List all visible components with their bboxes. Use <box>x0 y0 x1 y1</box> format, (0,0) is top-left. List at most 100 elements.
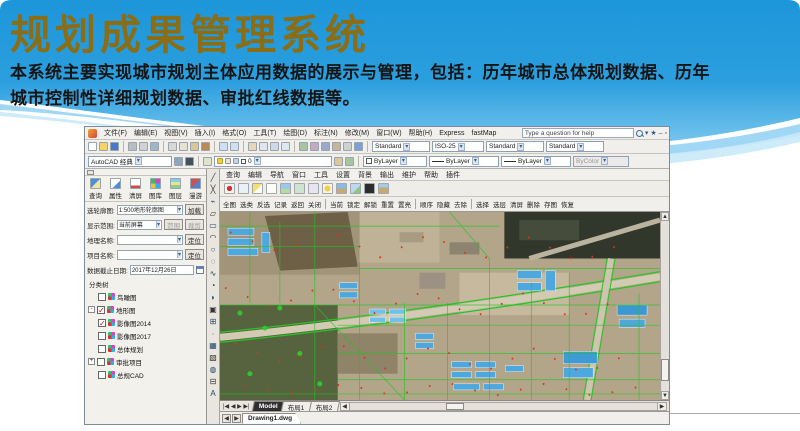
hide-button[interactable]: 隐藏 <box>437 199 450 209</box>
zoom-realtime-icon[interactable] <box>259 142 268 151</box>
designcenter-icon[interactable] <box>310 142 319 151</box>
scrollbar-thumb[interactable] <box>446 403 464 410</box>
revcloud-icon[interactable]: ◌ <box>208 255 219 266</box>
select-layer-button[interactable]: 选层 <box>493 199 506 209</box>
checkbox[interactable] <box>97 358 105 366</box>
mleader-style-dropdown[interactable]: Standard ▾ <box>546 141 604 152</box>
zoom-previous-icon[interactable] <box>281 142 290 151</box>
star-icon[interactable]: ★ <box>650 130 656 137</box>
polyline-icon[interactable]: ⌁ <box>208 195 219 206</box>
tree-item-masterplan[interactable]: 总体规划 <box>88 342 206 355</box>
pan-icon[interactable] <box>248 142 257 151</box>
insert-block-icon[interactable]: ▣ <box>208 303 219 314</box>
data-date-input[interactable]: 2017年12月26日 <box>130 265 194 275</box>
properties-icon[interactable] <box>299 142 308 151</box>
menu-express[interactable]: Express <box>439 130 464 137</box>
invert-select-button[interactable]: 反选 <box>257 199 270 209</box>
delete-button[interactable]: 删除 <box>527 199 540 209</box>
night-screen-icon[interactable] <box>364 183 375 194</box>
table-icon[interactable]: ⊟ <box>208 375 219 386</box>
tab-layout1[interactable]: 布局1 <box>281 401 312 411</box>
copy-icon[interactable] <box>179 142 188 151</box>
menu-tools[interactable]: 工具(T) <box>253 128 276 138</box>
help-search-input[interactable]: Type a question for help <box>522 128 634 138</box>
plugin-menu-maintain[interactable]: 维护 <box>402 170 416 180</box>
ellipse-arc-icon[interactable]: ◗ <box>208 291 219 302</box>
extent-dropdown[interactable]: 当前屏幕 ▾ <box>117 220 162 230</box>
scroll-left-icon[interactable]: ◀ <box>341 403 350 410</box>
menu-modify[interactable]: 修改(M) <box>345 128 370 138</box>
region-icon[interactable]: ◍ <box>208 363 219 374</box>
plugin-menu-tools[interactable]: 工具 <box>314 170 328 180</box>
query-button[interactable]: 查询 <box>86 178 105 200</box>
tab-nav-icons[interactable]: |◀ ◀ ▶ ▶| <box>220 403 253 410</box>
tab-layout2[interactable]: 布局2 <box>309 401 340 411</box>
scrollbar-thumb[interactable] <box>661 359 669 381</box>
linetype-dropdown[interactable]: ByLayer ▾ <box>429 156 499 167</box>
menu-help[interactable]: 帮助(H) <box>409 128 433 138</box>
extent-button[interactable]: 范围 <box>164 219 183 230</box>
restore-button[interactable]: 恢复 <box>561 199 574 209</box>
help-icon[interactable] <box>354 142 363 151</box>
match-properties-icon[interactable] <box>201 142 210 151</box>
tab-drawing1[interactable]: Drawing1.dwg <box>242 413 301 424</box>
plugin-menu-output[interactable]: 输出 <box>380 170 394 180</box>
line-icon[interactable]: ╱ <box>208 171 219 182</box>
checkbox-checked[interactable] <box>97 306 105 314</box>
layer-prev-icon[interactable] <box>345 157 354 166</box>
plot-preview-icon[interactable] <box>139 142 148 151</box>
markup-icon[interactable] <box>343 142 352 151</box>
rectangle-icon[interactable]: ▭ <box>208 219 219 230</box>
menu-edit[interactable]: 编辑(E) <box>134 128 157 138</box>
paste-icon[interactable] <box>190 142 199 151</box>
bulb-icon[interactable] <box>322 183 333 194</box>
gradient-icon[interactable]: ▧ <box>208 351 219 362</box>
scroll-down-icon[interactable]: ▼ <box>661 391 669 400</box>
terrain-icon[interactable] <box>336 183 347 194</box>
help-bubble-icon[interactable] <box>308 183 319 194</box>
lightning-icon[interactable] <box>252 183 263 194</box>
ellipse-icon[interactable]: ◔ <box>208 279 219 290</box>
plugin-menu-edit[interactable]: 编辑 <box>248 170 262 180</box>
new-icon[interactable] <box>88 142 97 151</box>
lineweight-dropdown[interactable]: ByLayer ▾ <box>501 156 571 167</box>
tree-item-cad[interactable]: 总规CAD <box>88 368 206 381</box>
unlock-button[interactable]: 解锁 <box>364 199 377 209</box>
text-style-dropdown[interactable]: Standard ▾ <box>372 141 430 152</box>
redo-icon[interactable] <box>230 142 239 151</box>
document-icon[interactable] <box>266 183 277 194</box>
checkbox[interactable] <box>98 332 106 340</box>
search-icon[interactable] <box>636 130 643 137</box>
checkbox[interactable] <box>98 345 106 353</box>
plugin-menu-addons[interactable]: 插件 <box>446 170 460 180</box>
calendar-icon[interactable] <box>196 266 204 274</box>
load-button[interactable]: 加载 <box>185 204 204 215</box>
menu-dimension[interactable]: 标注(N) <box>314 128 338 138</box>
plugin-menu-settings[interactable]: 设置 <box>336 170 350 180</box>
zoom-window-icon[interactable] <box>270 142 279 151</box>
spline-icon[interactable]: ∿ <box>208 267 219 278</box>
tree-item-birdview[interactable]: 鸟瞰图 <box>88 290 206 303</box>
plugin-menu-background[interactable]: 背景 <box>358 170 372 180</box>
roam-button[interactable]: 漫游 <box>186 178 205 200</box>
menu-insert[interactable]: 插入(I) <box>195 128 216 138</box>
refresh-icon[interactable] <box>294 183 305 194</box>
checkbox[interactable] <box>98 371 106 379</box>
close-button[interactable]: 关闭 <box>308 199 321 209</box>
geo-locate-button[interactable]: 定位 <box>185 234 204 245</box>
menu-window[interactable]: 窗口(W) <box>376 128 401 138</box>
sheetset-icon[interactable] <box>332 142 341 151</box>
project-locate-button[interactable]: 定位 <box>185 249 204 260</box>
menu-format[interactable]: 格式(O) <box>222 128 246 138</box>
plugin-menu-navigate[interactable]: 导航 <box>270 170 284 180</box>
collapse-expander-icon[interactable]: - <box>88 306 95 313</box>
cut-icon[interactable] <box>168 142 177 151</box>
circle-icon[interactable]: ○ <box>208 243 219 254</box>
checkbox[interactable] <box>98 293 106 301</box>
image-frame-icon[interactable] <box>350 183 361 194</box>
arc-icon[interactable]: ◠ <box>208 231 219 242</box>
record-button[interactable]: 记录 <box>274 199 287 209</box>
minimize-icon[interactable]: – <box>659 130 663 137</box>
plugin-menu-window[interactable]: 窗口 <box>292 170 306 180</box>
plugin-menu-query[interactable]: 查询 <box>226 170 240 180</box>
